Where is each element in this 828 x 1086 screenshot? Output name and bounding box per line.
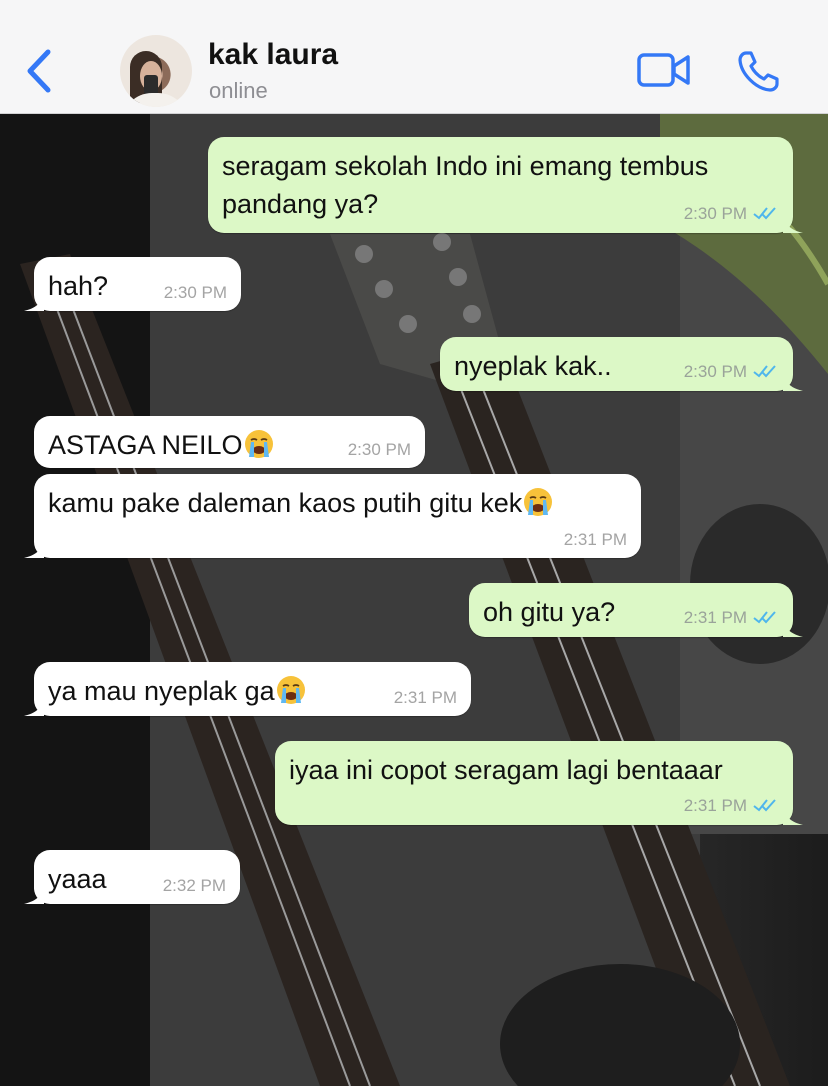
video-call-button[interactable]: [636, 50, 692, 90]
message-bubble-outgoing[interactable]: nyeplak kak.. 2:30 PM: [440, 337, 803, 391]
message-time: 2:31 PM: [683, 608, 747, 628]
double-check-icon: [753, 609, 779, 629]
loudly-crying-face-icon: [244, 430, 273, 458]
double-check-icon: [753, 205, 779, 225]
bubble-tail: [783, 619, 803, 637]
double-check-icon: [753, 363, 779, 383]
message-text: kamu pake daleman kaos putih gitu kek: [48, 488, 523, 518]
message-time: 2:30 PM: [347, 440, 411, 459]
phone-icon: [738, 51, 779, 92]
chevron-left-icon: [27, 49, 51, 93]
message-time: 2:32 PM: [162, 876, 226, 895]
message-bubble-incoming[interactable]: ya mau nyeplak ga 2:31 PM: [24, 662, 471, 716]
message-bubble-incoming[interactable]: hah? 2:30 PM: [24, 257, 241, 311]
avatar[interactable]: [120, 35, 192, 107]
double-check-icon: [753, 797, 779, 817]
message-text: iyaa ini copot seragam lagi bentaaar: [289, 755, 723, 785]
message-bubble-incoming[interactable]: yaaa 2:32 PM: [24, 850, 240, 904]
bubble-tail: [783, 373, 803, 391]
bubble-tail: [24, 698, 44, 716]
message-meta: 2:31 PM: [684, 608, 779, 629]
message-bubble-outgoing[interactable]: seragam sekolah Indo ini emang tembus pa…: [208, 137, 803, 233]
bubble-tail: [24, 886, 44, 904]
chat-header: kak laura online: [0, 0, 828, 114]
message-time: 2:31 PM: [683, 796, 747, 816]
bubble-tail: [783, 807, 803, 825]
message-time: 2:31 PM: [393, 688, 457, 707]
bubble-tail: [783, 215, 803, 233]
message-time: 2:30 PM: [163, 283, 227, 302]
bubble-tail: [24, 540, 44, 558]
message-meta: 2:30 PM: [684, 362, 779, 383]
loudly-crying-face-icon: [276, 676, 305, 704]
message-time: 2:30 PM: [683, 204, 747, 224]
back-button[interactable]: [22, 48, 56, 94]
voice-call-button[interactable]: [736, 48, 782, 94]
message-text: ya mau nyeplak ga: [48, 676, 275, 706]
contact-status: online: [209, 78, 268, 103]
message-time: 2:30 PM: [683, 362, 747, 382]
message-meta: 2:31 PM: [684, 796, 779, 817]
message-bubble-incoming[interactable]: ASTAGA NEILO 2:30 PM: [34, 416, 425, 468]
message-time: 2:31 PM: [563, 530, 627, 549]
contact-name[interactable]: kak laura: [208, 38, 338, 72]
message-bubble-outgoing[interactable]: oh gitu ya? 2:31 PM: [469, 583, 803, 637]
loudly-crying-face-icon: [524, 488, 553, 516]
message-meta: 2:30 PM: [684, 204, 779, 225]
message-bubble-outgoing[interactable]: iyaa ini copot seragam lagi bentaaar 2:3…: [275, 741, 803, 825]
video-camera-icon: [637, 53, 690, 87]
message-bubble-incoming[interactable]: kamu pake daleman kaos putih gitu kek 2:…: [24, 474, 641, 558]
bubble-tail: [24, 293, 44, 311]
message-text: ASTAGA NEILO: [48, 430, 243, 460]
